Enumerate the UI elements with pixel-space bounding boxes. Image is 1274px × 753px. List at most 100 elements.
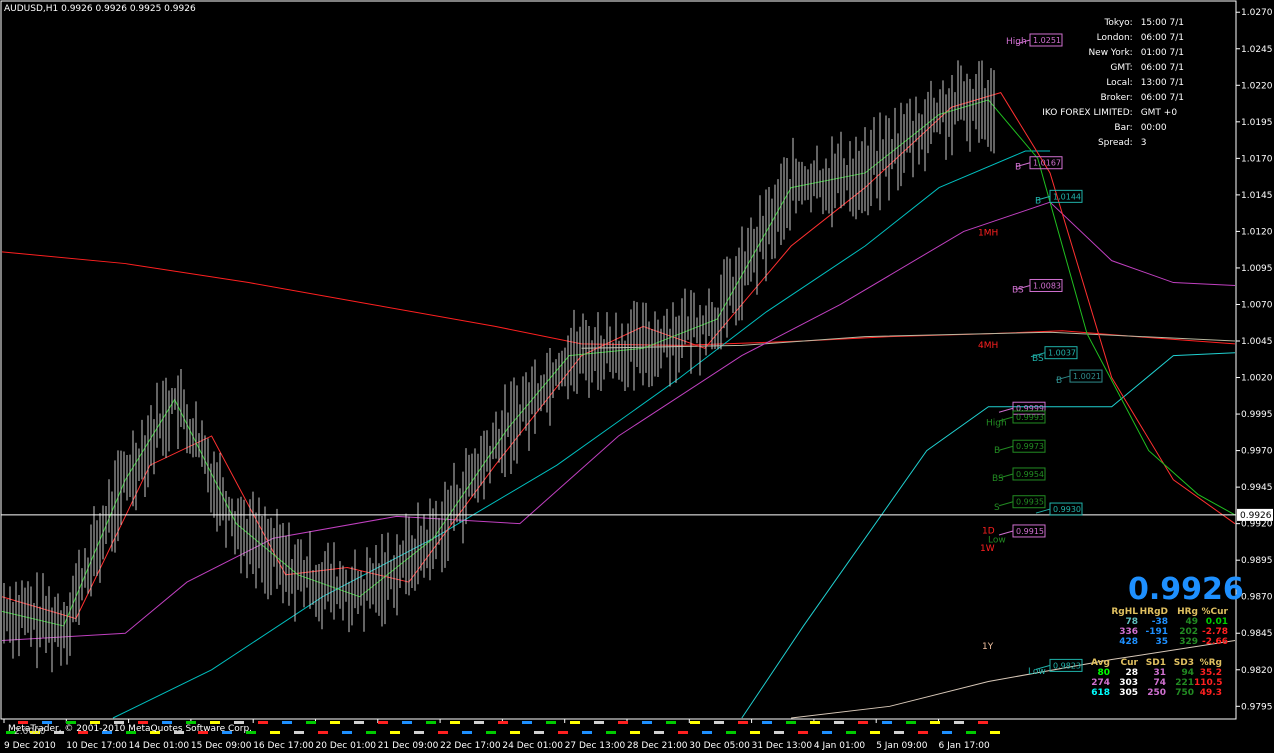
strip-dash [738,721,748,724]
stats-row: 274 303 74 221 110.5 [1082,678,1222,688]
info-label: GMT: [1110,63,1133,73]
info-row: Local: 13:00 7/1 [1000,76,1210,91]
y-tick-label: 0.9845 [1241,629,1273,639]
stats-cell: 250 [1147,688,1166,698]
level-tag: Low [1028,667,1046,677]
stats-header: HRgD [1139,607,1168,617]
level-tag: S [994,503,1000,513]
info-value: 00:00 [1140,123,1167,133]
y-tick-label: 0.9970 [1241,447,1273,457]
price-bars [3,60,995,673]
stats-row: 336 -191 202 -2.78 [1108,627,1228,637]
level-connector [1035,508,1051,514]
strip-dash [438,731,448,734]
strip-dash [846,731,856,734]
strip-dash [918,731,928,734]
strip-dash [798,731,808,734]
info-value: 01:00 7/1 [1140,48,1184,58]
stats-cell: 221 [1175,678,1194,688]
y-tick-label: 0.9920 [1241,520,1273,530]
strip-dash [858,721,868,724]
strip-dash [414,731,424,734]
info-label: Spread: [1097,138,1133,148]
stats-cell: 28 [1125,668,1138,678]
info-label: Broker: [1100,93,1133,103]
strip-dash [366,731,376,734]
y-tick-label: 1.0145 [1241,191,1273,201]
level-tag: B [1035,196,1041,206]
x-tick-label: 16 Dec 17:00 [253,741,314,751]
strip-dash [906,721,916,724]
level-value: 0.9915 [1016,527,1044,536]
level-tag: 4MH [978,341,998,351]
x-tick-label: 6 Jan 17:00 [939,741,991,751]
x-tick-label: 20 Dec 01:00 [316,741,377,751]
info-row: Broker: 06:00 7/1 [1000,91,1210,106]
info-value: 06:00 7/1 [1140,93,1184,103]
strip-dash [822,731,832,734]
strip-dash [558,731,568,734]
info-label: New York: [1088,48,1133,58]
level-connector [998,407,1014,413]
stats-cell: 305 [1119,688,1138,698]
strip-dash [834,721,844,724]
big-price: 0.9926 [1128,572,1244,607]
y-tick-label: 0.9795 [1241,702,1273,712]
y-tick-label: 1.0195 [1241,118,1273,128]
level-value: 0.9999 [1016,404,1044,413]
strip-dash [618,721,628,724]
strip-dash [282,721,292,724]
x-tick-label: 15 Dec 09:00 [191,741,252,751]
stats-cell: 49.3 [1199,688,1222,698]
stats-cell: -2.66 [1202,637,1228,647]
strip-dash [570,721,580,724]
strip-dash [678,731,688,734]
stats-header: SD1 [1145,658,1166,668]
stats-row: 78 -38 49 0.01 [1108,617,1228,627]
stats-cell: 49 [1185,617,1198,627]
stats-cell: 274 [1091,678,1110,688]
y-tick-label: 0.9895 [1241,556,1273,566]
strip-dash [894,731,904,734]
strip-dash [594,721,604,724]
stats-cell: 0.01 [1205,617,1228,627]
strip-dash [582,731,592,734]
stats-cell: 74 [1153,678,1166,688]
info-value: 3 [1140,138,1147,148]
stats-cell: 428 [1119,637,1138,647]
level-tag: 1MH [978,228,998,238]
stats-header-row: RgHL HRgD HRg %Cur [1108,607,1228,617]
info-row: New York: 01:00 7/1 [1000,46,1210,61]
y-tick-label: 0.9945 [1241,483,1273,493]
info-value: 06:00 7/1 [1140,63,1184,73]
strip-dash [606,731,616,734]
indicator-line [1,251,1236,346]
strip-dash [450,721,460,724]
level-value: 1.0144 [1053,192,1081,201]
x-tick-label: 9 Dec 2010 [4,741,56,751]
stats-header: HRg [1177,607,1198,617]
current-price-label: 0.9926 [1240,511,1272,521]
info-label: London: [1096,33,1133,43]
strip-dash [786,721,796,724]
stats-cell: 35 [1155,637,1168,647]
strip-dash [354,721,364,724]
x-tick-label: 22 Dec 17:00 [440,741,501,751]
info-row: Spread: 3 [1000,136,1210,151]
x-tick-label: 4 Jan 01:00 [814,741,866,751]
strip-dash [762,721,772,724]
level-value: 1.0037 [1048,349,1076,358]
level-tag: B [1056,376,1062,386]
stats-cell: 329 [1179,637,1198,647]
strip-dash [882,721,892,724]
strip-dash [726,731,736,734]
level-value: 0.9954 [1016,470,1044,479]
stats-cell: 303 [1119,678,1138,688]
info-label: IKO FOREX LIMITED: [1042,108,1133,118]
level-connector [998,501,1014,507]
level-connector [998,445,1014,451]
y-tick-label: 1.0270 [1241,8,1273,18]
level-value: 1.0083 [1033,281,1061,290]
y-tick-label: 1.0045 [1241,337,1273,347]
range-stats-top: RgHL HRgD HRg %Cur 78 -38 49 0.01 336 -191 202 -2.7… [1108,607,1228,647]
